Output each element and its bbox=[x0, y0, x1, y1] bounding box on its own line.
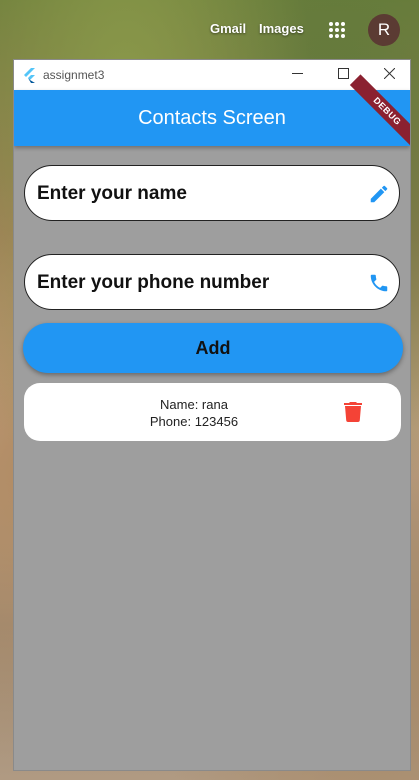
name-placeholder: Enter your name bbox=[37, 183, 187, 204]
avatar[interactable]: R bbox=[368, 14, 400, 46]
app-window: assignmet3 Contacts Screen DEBUG Enter y… bbox=[13, 59, 411, 771]
add-button[interactable]: Add bbox=[23, 323, 403, 373]
browser-top-bar: Gmail Images R bbox=[0, 0, 419, 58]
maximize-icon bbox=[337, 66, 349, 84]
close-button[interactable] bbox=[366, 60, 410, 90]
gmail-link[interactable]: Gmail bbox=[210, 21, 246, 36]
name-field[interactable]: Enter your name bbox=[24, 165, 400, 221]
contacts-body: Enter your name Enter your phone number … bbox=[14, 146, 410, 770]
phone-field[interactable]: Enter your phone number bbox=[24, 254, 400, 310]
window-title: assignmet3 bbox=[43, 68, 105, 82]
contact-phone: Phone: 123456 bbox=[149, 414, 239, 429]
minimize-icon bbox=[291, 66, 303, 84]
app-bar: Contacts Screen DEBUG bbox=[14, 74, 410, 149]
page-title: Contacts Screen bbox=[138, 107, 286, 129]
images-link[interactable]: Images bbox=[259, 21, 304, 36]
flutter-logo-icon bbox=[23, 68, 36, 88]
close-icon bbox=[383, 66, 395, 84]
minimize-button[interactable] bbox=[274, 60, 320, 90]
contact-name: Name: rana bbox=[160, 397, 228, 412]
contact-info: Name: rana Phone: 123456 bbox=[114, 396, 274, 430]
apps-grid-icon[interactable] bbox=[329, 22, 345, 38]
trash-icon[interactable] bbox=[344, 402, 362, 427]
contact-card: Name: rana Phone: 123456 bbox=[24, 383, 401, 441]
phone-icon bbox=[368, 272, 390, 299]
phone-placeholder: Enter your phone number bbox=[37, 272, 270, 293]
pencil-icon bbox=[368, 183, 390, 210]
